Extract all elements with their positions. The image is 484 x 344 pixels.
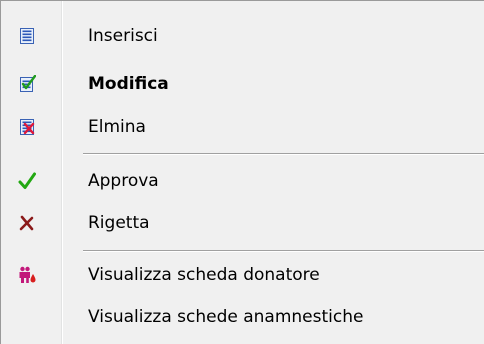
menu-item-inserisci[interactable]: Inserisci xyxy=(4,16,481,56)
edit-record-icon xyxy=(18,75,36,93)
menu-item-label: Elmina xyxy=(88,117,146,137)
menu-item-elmina[interactable]: Elmina xyxy=(4,107,481,147)
menu-item-label: Inserisci xyxy=(88,26,158,46)
menu-item-visualizza-scheda-donatore[interactable]: Visualizza scheda donatore xyxy=(4,255,481,295)
red-cross-icon xyxy=(18,214,36,232)
menu-item-label: Visualizza scheda donatore xyxy=(88,265,320,285)
blood-donor-icon xyxy=(18,266,36,284)
menu-item-label: Visualizza schede anamnestiche xyxy=(88,307,364,327)
menu-separator xyxy=(83,250,484,252)
menu-item-modifica[interactable]: Modifica xyxy=(4,64,481,104)
menu-item-label: Approva xyxy=(88,171,159,191)
insert-record-icon xyxy=(18,27,36,45)
menu-item-approva[interactable]: Approva xyxy=(4,161,481,201)
menu-item-visualizza-schede-anamnestiche[interactable]: Visualizza schede anamnestiche xyxy=(4,297,481,337)
green-check-icon xyxy=(18,172,36,190)
menu-item-label: Modifica xyxy=(88,74,169,94)
delete-record-icon xyxy=(18,118,36,136)
menu-separator xyxy=(83,153,484,155)
menu-item-label: Rigetta xyxy=(88,213,150,233)
menu-item-rigetta[interactable]: Rigetta xyxy=(4,203,481,243)
context-menu: Inserisci Modifica Elmina Approva Rigett… xyxy=(0,0,484,344)
